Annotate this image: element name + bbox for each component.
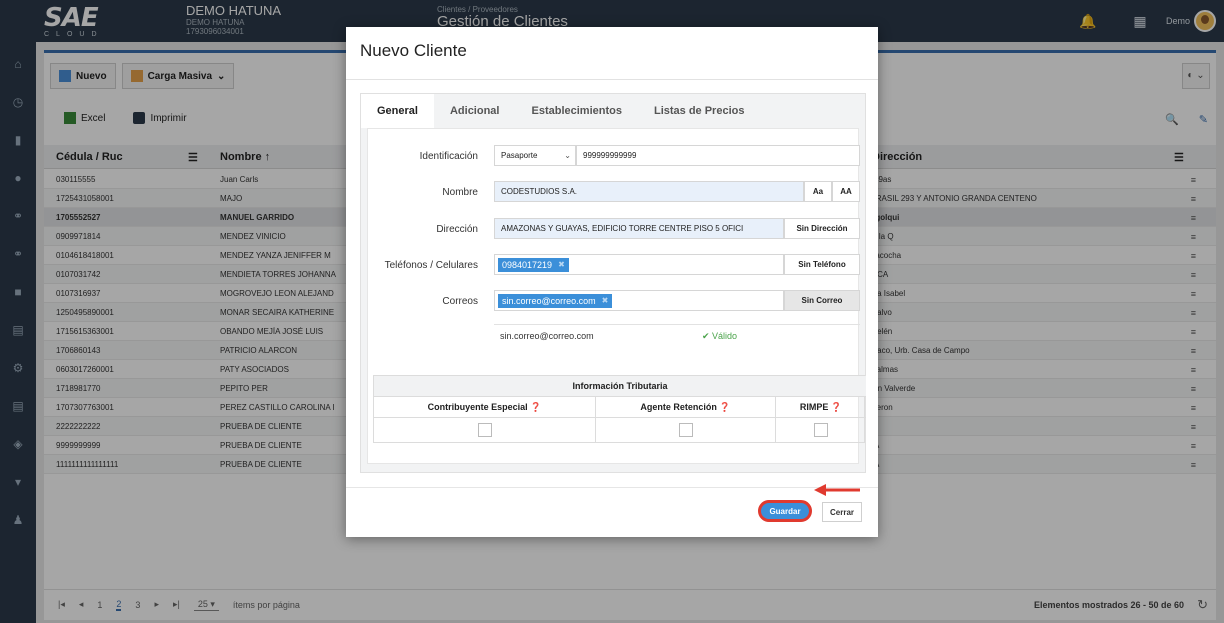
help-icon[interactable]: ❓	[530, 402, 541, 412]
close-icon[interactable]: ✖	[558, 260, 565, 269]
id-number-value: 999999999999	[583, 151, 637, 160]
emails-input[interactable]: sin.correo@correo.com ✖	[494, 290, 784, 311]
rimpe-checkbox[interactable]	[814, 423, 828, 437]
name-value: CODESTUDIOS S.A.	[501, 187, 578, 196]
label-telefonos: Teléfonos / Celulares	[384, 260, 478, 271]
arrow-head	[814, 484, 826, 496]
contribuyente-label: Contribuyente Especial	[427, 402, 528, 412]
col-contribuyente: Contribuyente Especial ❓	[374, 397, 596, 418]
tab-general[interactable]: General	[361, 94, 434, 128]
tax-info-table: Información Tributaria Contribuyente Esp…	[373, 375, 866, 443]
id-type-select[interactable]: Pasaporte ⌄	[494, 145, 576, 166]
no-phone-button[interactable]: Sin Teléfono	[784, 254, 860, 275]
email-check-address: sin.correo@correo.com	[500, 331, 594, 341]
chevron-down-icon: ⌄	[564, 151, 571, 160]
uppercase-button[interactable]: AA	[832, 181, 860, 202]
new-client-dialog: Nuevo Cliente General Adicional Establec…	[346, 27, 878, 537]
agente-label: Agente Retención	[640, 402, 717, 412]
email-tag-label: sin.correo@correo.com	[502, 295, 596, 306]
divider	[346, 79, 878, 80]
tab-listas-precios[interactable]: Listas de Precios	[638, 94, 761, 128]
dialog-title: Nuevo Cliente	[360, 41, 467, 60]
label-correos: Correos	[442, 296, 478, 307]
name-input[interactable]: CODESTUDIOS S.A.	[494, 181, 804, 202]
label-identificacion: Identificación	[419, 151, 478, 162]
phones-input[interactable]: 0984017219 ✖	[494, 254, 784, 275]
label-nombre: Nombre	[442, 187, 478, 198]
divider	[494, 324, 860, 325]
cell-agente	[596, 418, 776, 442]
no-email-button[interactable]: Sin Correo	[784, 290, 860, 311]
help-icon[interactable]: ❓	[831, 402, 842, 412]
id-type-value: Pasaporte	[501, 151, 538, 160]
phone-tag-label: 0984017219	[502, 259, 553, 270]
label-direccion: Dirección	[436, 224, 478, 235]
annotation-arrow-icon	[814, 484, 860, 496]
email-tag[interactable]: sin.correo@correo.com ✖	[498, 293, 613, 308]
tabs: General Adicional Establecimientos Lista…	[361, 94, 760, 128]
close-icon[interactable]: ✖	[602, 296, 609, 305]
col-agente: Agente Retención ❓	[596, 397, 776, 418]
help-icon[interactable]: ❓	[719, 402, 730, 412]
cell-rimpe	[776, 418, 866, 442]
contribuyente-checkbox[interactable]	[477, 423, 492, 437]
no-address-button[interactable]: Sin Dirección	[784, 218, 860, 239]
phone-tag[interactable]: 0984017219 ✖	[498, 257, 569, 272]
tab-establecimientos[interactable]: Establecimientos	[515, 94, 637, 128]
close-button[interactable]: Cerrar	[822, 502, 862, 522]
col-rimpe: RIMPE ❓	[776, 397, 866, 418]
cell-contribuyente	[374, 418, 596, 442]
address-value: AMAZONAS Y GUAYAS, EDIFICIO TORRE CENTRE…	[501, 224, 744, 233]
form-panel: General Adicional Establecimientos Lista…	[360, 93, 866, 473]
general-form: Identificación Pasaporte ⌄ 999999999999 N…	[367, 128, 866, 464]
tab-adicional[interactable]: Adicional	[434, 94, 516, 128]
tax-info-title: Información Tributaria	[374, 376, 866, 397]
capitalize-button[interactable]: Aa	[804, 181, 832, 202]
save-button[interactable]: Guardar	[758, 500, 812, 522]
id-number-input[interactable]: 999999999999	[576, 145, 860, 166]
rimpe-label: RIMPE	[799, 402, 829, 412]
valid-status: ✔ Válido	[702, 331, 737, 342]
check-icon: ✔	[702, 331, 713, 341]
dialog-footer-divider	[346, 487, 878, 488]
address-input[interactable]: AMAZONAS Y GUAYAS, EDIFICIO TORRE CENTRE…	[494, 218, 784, 239]
agente-checkbox[interactable]	[678, 423, 693, 437]
valid-label: Válido	[712, 331, 738, 341]
